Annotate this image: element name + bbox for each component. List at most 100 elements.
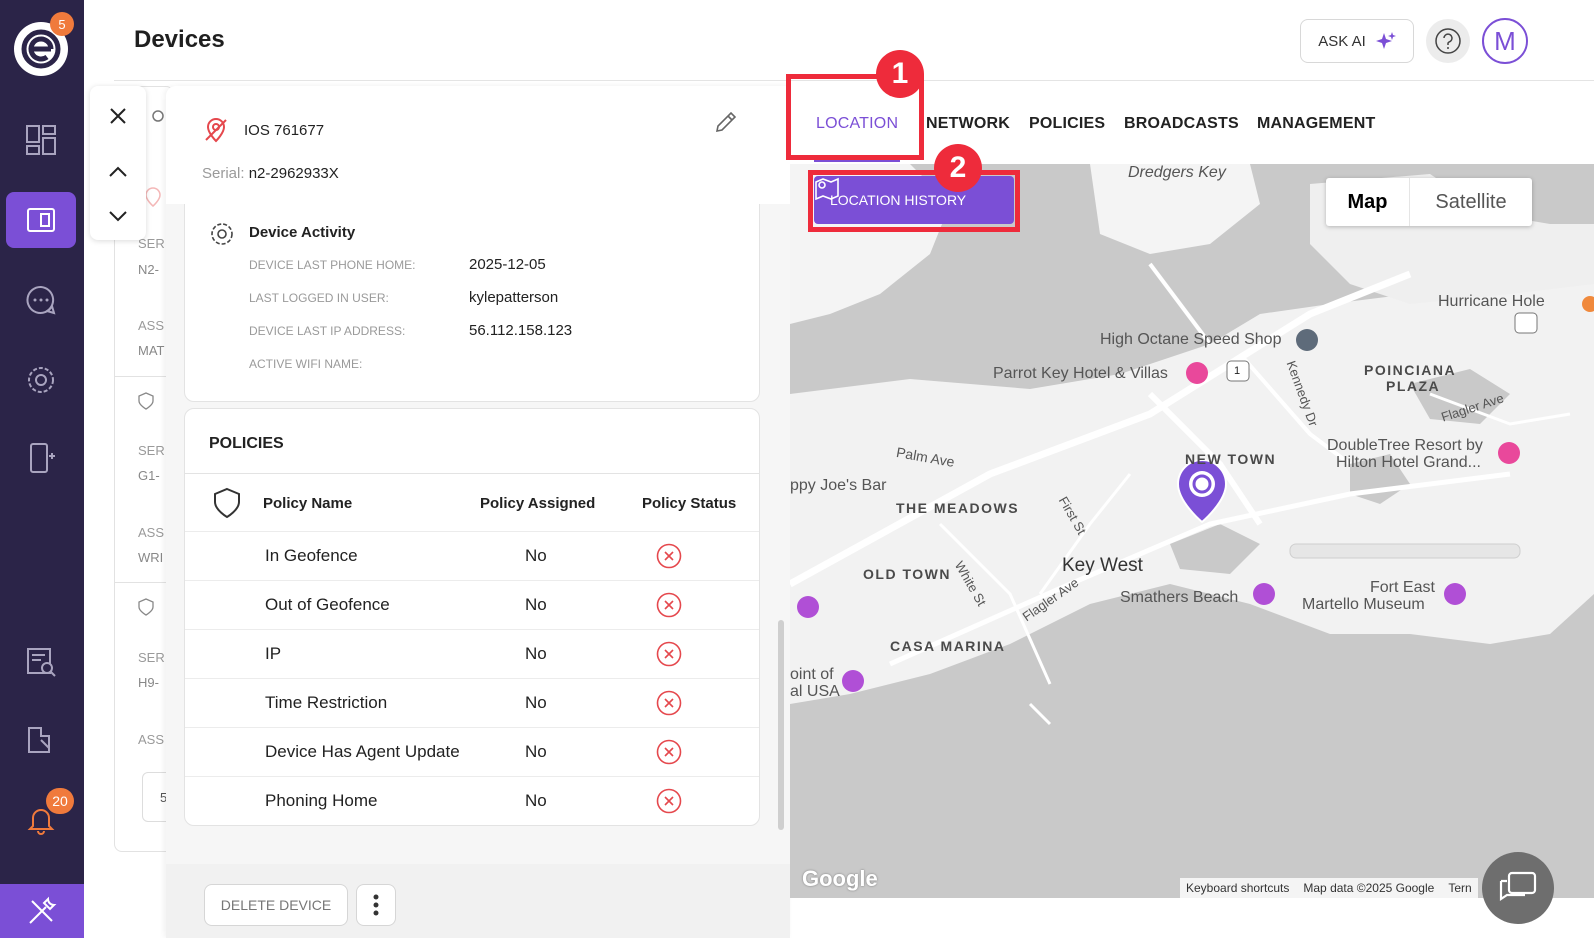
logo-badge: 5: [50, 12, 74, 36]
delete-device-button[interactable]: DELETE DEVICE: [204, 884, 348, 926]
activity-label: DEVICE LAST PHONE HOME:: [249, 258, 416, 272]
devices-icon: [27, 208, 55, 232]
policy-assigned: No: [525, 595, 547, 614]
list-divider: [114, 582, 174, 583]
device-detail-drawer: IOS 761677 Serial: n2-2962933X Device Ac…: [166, 86, 790, 938]
nav-settings[interactable]: [6, 352, 76, 408]
ask-ai-label: ASK AI: [1318, 32, 1366, 50]
map-type-toggle: Map Satellite: [1326, 178, 1532, 226]
close-icon: [110, 108, 126, 124]
policy-name: IP: [265, 644, 282, 663]
device-serial: Serial: n2-2962933X: [202, 165, 339, 182]
map-label-speed-shop: High Octane Speed Shop: [1100, 331, 1282, 348]
edit-device-button[interactable]: [710, 106, 742, 138]
policy-assigned: No: [525, 546, 547, 565]
policy-row: Out of Geofence No: [185, 580, 759, 629]
x-circle-icon: [656, 788, 682, 814]
shield-icon: [138, 392, 154, 410]
policy-name: Out of Geofence: [265, 595, 390, 614]
nav-tools[interactable]: [0, 884, 84, 938]
col-policy-name: Policy Name: [263, 495, 353, 512]
nav-reports[interactable]: [6, 634, 76, 690]
map-label-dredgers-key: Dredgers Key: [1128, 164, 1226, 181]
serial-label: Serial:: [202, 165, 245, 182]
nav-add-device[interactable]: [6, 430, 76, 486]
policy-row: Phoning Home No: [185, 776, 759, 825]
device-header: IOS 761677 Serial: n2-2962933X: [166, 86, 790, 204]
help-button[interactable]: [1426, 19, 1470, 63]
drawer-scroll-area[interactable]: Device Activity DEVICE LAST PHONE HOME: …: [166, 204, 790, 864]
gear-icon: [28, 367, 54, 393]
x-circle-icon: [656, 739, 682, 765]
x-circle-icon: [656, 543, 682, 569]
policy-name: Time Restriction: [265, 693, 388, 712]
x-circle-icon: [656, 641, 682, 667]
gear-icon: [211, 223, 233, 245]
list-asset-label: ASS: [138, 732, 165, 747]
add-device-icon: [30, 443, 55, 473]
nav-apps[interactable]: [6, 712, 76, 768]
map-label-parrot-key: Parrot Key Hotel & Villas: [993, 365, 1168, 382]
map-label-the-meadows: THE MEADOWS: [896, 500, 1020, 516]
annotation-box-location-history: [808, 170, 1020, 232]
map-label-martello-museum: Martello Museum: [1302, 596, 1425, 613]
map-label-fort-east: Fort East: [1370, 579, 1435, 596]
terms-link[interactable]: Tern: [1448, 881, 1471, 895]
tab-management[interactable]: MANAGEMENT: [1257, 115, 1375, 133]
close-drawer-button[interactable]: [100, 98, 136, 134]
drawer-controls: [90, 86, 146, 240]
keyboard-shortcuts-link[interactable]: Keyboard shortcuts: [1186, 881, 1289, 895]
list-asset-value: MAT: [138, 343, 165, 358]
policy-assigned: No: [525, 693, 547, 712]
x-circle-icon: [656, 690, 682, 716]
policy-name: In Geofence: [265, 546, 358, 565]
user-avatar[interactable]: M: [1482, 18, 1528, 64]
activity-value: kylepatterson: [469, 289, 559, 306]
policy-assigned: No: [525, 644, 547, 663]
annotation-badge-1: 1: [876, 50, 924, 98]
pencil-icon: [715, 111, 737, 133]
map-label-old-town: OLD TOWN: [863, 566, 951, 582]
map-type-map[interactable]: Map: [1326, 178, 1410, 226]
policy-assigned: No: [525, 742, 547, 761]
policy-assigned: No: [525, 791, 547, 810]
device-name: IOS 761677: [244, 122, 325, 139]
map-label-smathers-beach: Smathers Beach: [1120, 589, 1239, 606]
ask-ai-button[interactable]: ASK AI: [1300, 19, 1414, 63]
nav-devices[interactable]: [6, 192, 76, 248]
kebab-menu-icon: [373, 894, 379, 916]
map-label-route-1: 1: [1234, 365, 1241, 377]
chat-bubble-icon: [1499, 871, 1537, 902]
nav-dashboard[interactable]: [6, 112, 76, 168]
nav-messages[interactable]: [6, 272, 76, 328]
location-off-icon: [205, 118, 227, 143]
map-data-text: Map data ©2025 Google: [1303, 881, 1435, 895]
activity-value: 56.112.158.123: [469, 322, 573, 339]
map-label-casa-marina: CASA MARINA: [890, 638, 1006, 654]
policy-name: Device Has Agent Update: [265, 742, 460, 761]
drawer-scrollbar[interactable]: [778, 620, 784, 830]
policy-row: Time Restriction No: [185, 678, 759, 727]
col-policy-status: Policy Status: [642, 495, 737, 512]
x-circle-icon: [656, 592, 682, 618]
previous-device-button[interactable]: [100, 154, 136, 190]
map-label-hurricane-hole: Hurricane Hole: [1438, 293, 1545, 310]
activity-label: LAST LOGGED IN USER:: [249, 291, 389, 305]
drawer-footer: DELETE DEVICE: [166, 864, 790, 938]
device-activity-card: Device Activity DEVICE LAST PHONE HOME: …: [184, 204, 760, 402]
page-title: Devices: [134, 26, 225, 53]
map-attribution: Keyboard shortcuts Map data ©2025 Google…: [1180, 878, 1478, 898]
tab-broadcasts[interactable]: BROADCASTS: [1124, 115, 1239, 133]
list-asset-value: WRI: [138, 550, 164, 565]
chat-support-button[interactable]: [1482, 852, 1554, 924]
more-options-button[interactable]: [356, 884, 396, 926]
map-type-satellite[interactable]: Satellite: [1410, 178, 1532, 226]
location-map[interactable]: Dredgers Key Hurricane Hole High Octane …: [790, 164, 1594, 898]
policy-row: Device Has Agent Update No: [185, 727, 759, 776]
list-serial-label: SER: [138, 650, 165, 665]
serial-value: n2-2962933X: [248, 165, 339, 182]
tab-policies[interactable]: POLICIES: [1029, 115, 1105, 133]
app-root: 5 20 Devices ASK AI M SER N2- ASS MAT SE…: [0, 0, 1594, 938]
next-device-button[interactable]: [100, 198, 136, 234]
tab-network[interactable]: NETWORK: [926, 115, 1010, 133]
